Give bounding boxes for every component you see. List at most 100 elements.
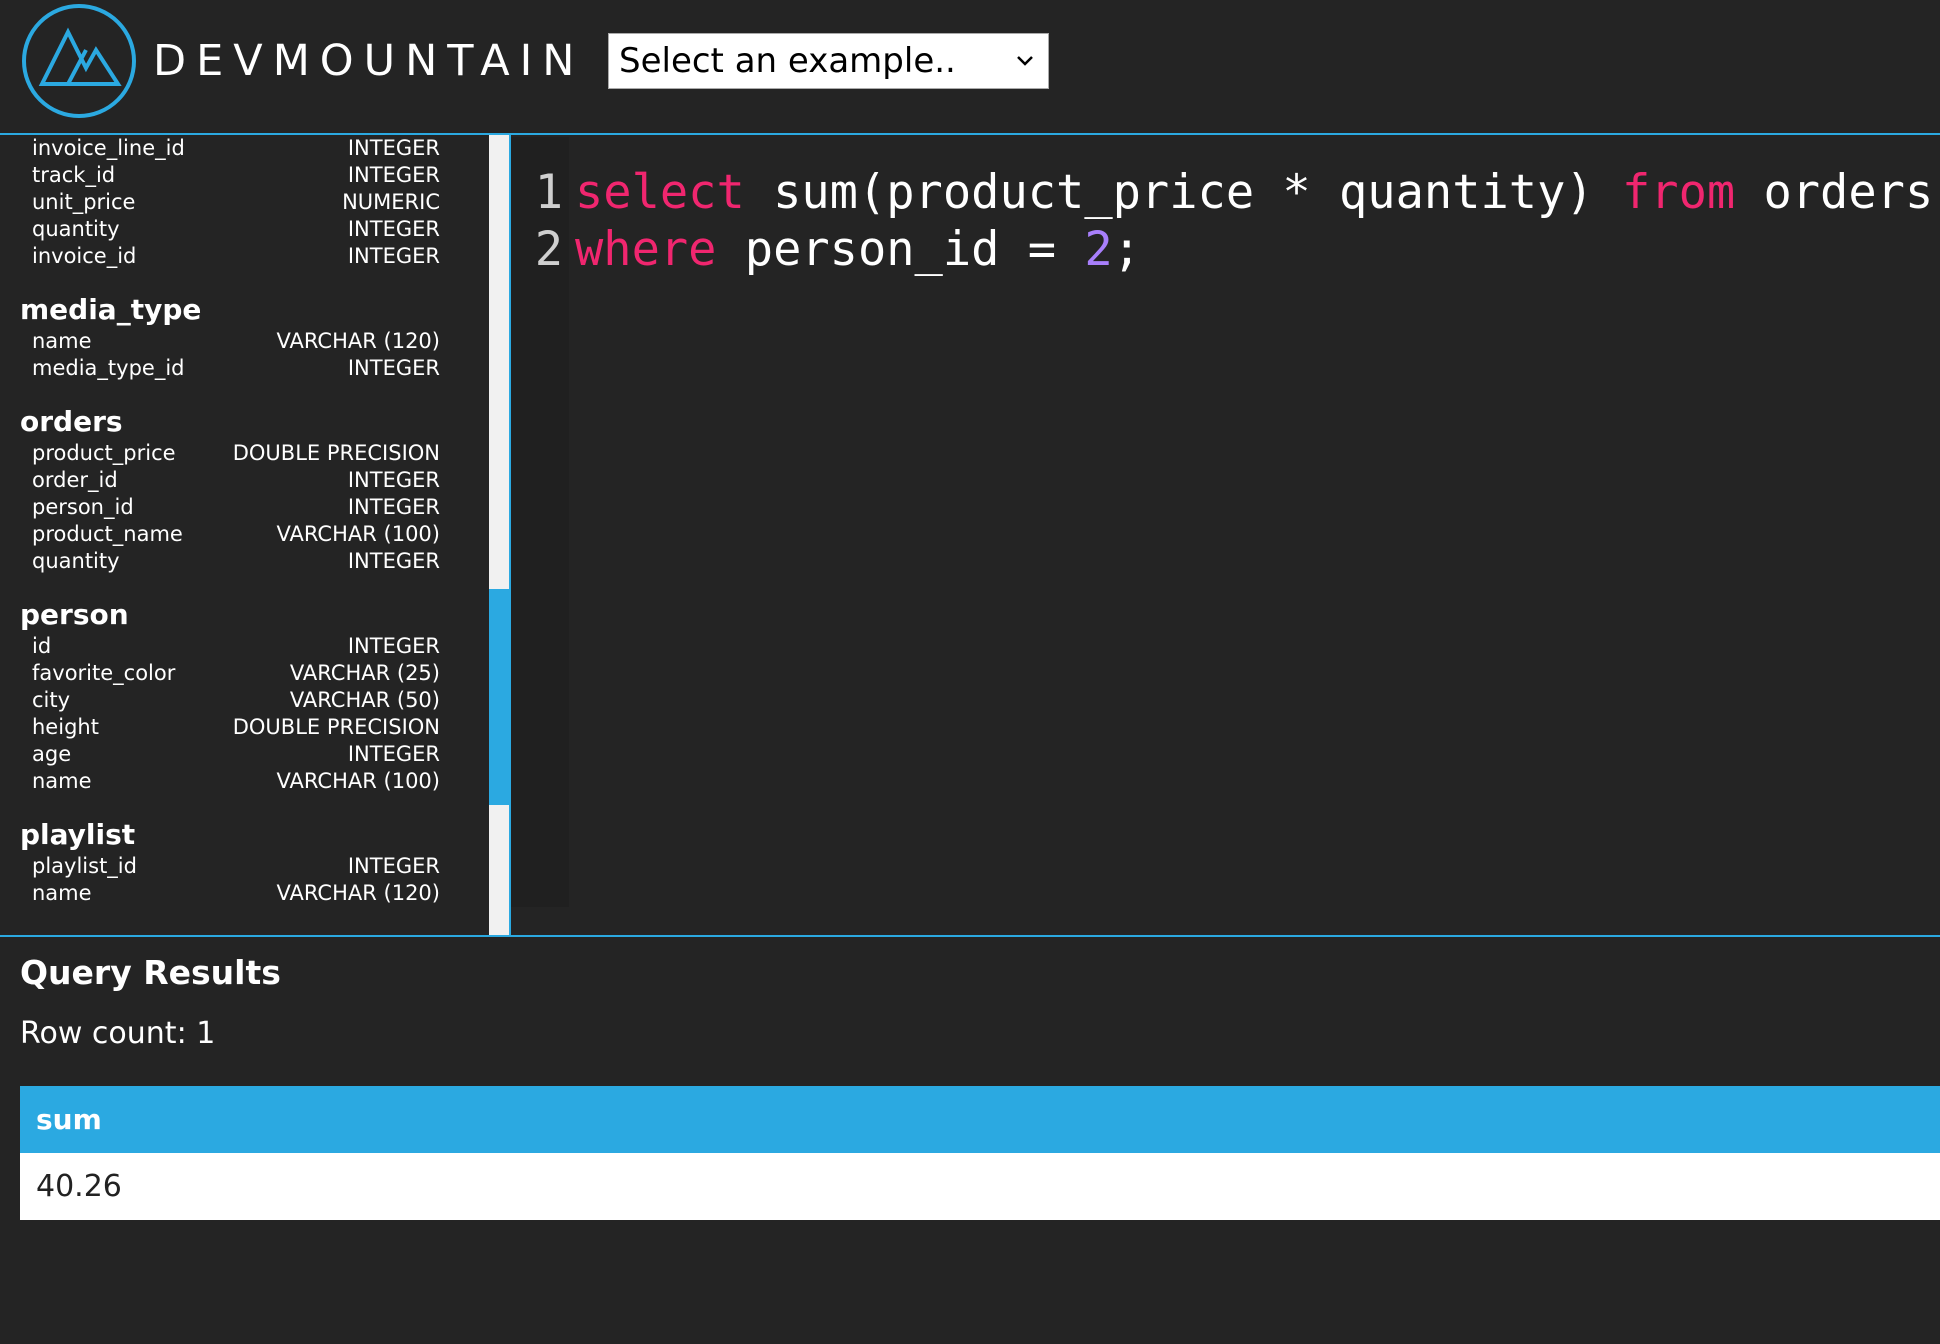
column-type: INTEGER: [347, 549, 440, 573]
editor-divider[interactable]: [0, 935, 1940, 937]
schema-column-row: person_id INTEGER: [20, 494, 440, 521]
column-name: track_id: [32, 163, 116, 187]
column-name: city: [32, 688, 71, 712]
results-column-header: sum: [20, 1086, 1940, 1153]
table-row: 40.26: [20, 1153, 1940, 1220]
column-name: name: [32, 881, 92, 905]
column-type: INTEGER: [347, 217, 440, 241]
schema-table-name[interactable]: orders: [20, 404, 440, 440]
sql-editor[interactable]: 1 select sum(product_price * quantity) fr…: [511, 137, 1940, 933]
schema-column-row: height DOUBLE PRECISION: [20, 714, 440, 741]
column-type: INTEGER: [347, 163, 440, 187]
schema-column-row: quantity INTEGER: [20, 216, 440, 243]
results-cell: 40.26: [20, 1153, 1940, 1220]
schema-list: invoice_line invoice_line_idINTEGERtrack…: [0, 135, 440, 929]
column-name: name: [32, 329, 92, 353]
schema-column-row: invoice_id INTEGER: [20, 243, 440, 270]
column-name: id: [32, 634, 52, 658]
column-type: INTEGER: [347, 742, 440, 766]
column-name: media_type_id: [32, 356, 185, 380]
column-type: INTEGER: [347, 136, 440, 160]
schema-table: person id INTEGER favorite_color VARCHAR (25…: [20, 597, 440, 795]
schema-scrollbar[interactable]: [489, 135, 509, 935]
sql-keyword: from: [1621, 165, 1736, 220]
schema-table: playlist playlist_id INTEGER name VARCHAR (1…: [20, 817, 440, 907]
schema-column-row: product_price DOUBLE PRECISION: [20, 440, 440, 467]
schema-table-name[interactable]: playlist: [20, 817, 440, 853]
column-name: quantity: [32, 549, 120, 573]
schema-column-row: age INTEGER: [20, 741, 440, 768]
schema-column-row: name VARCHAR (120): [20, 880, 440, 907]
line-number: 1: [534, 165, 563, 220]
column-name: playlist_id: [32, 854, 137, 878]
schema-table-name[interactable]: media_type: [20, 292, 440, 328]
column-type: VARCHAR (100): [276, 769, 441, 793]
column-name: quantity: [32, 217, 120, 241]
schema-column-row: city VARCHAR (50): [20, 687, 440, 714]
example-select[interactable]: Select an example..: [608, 33, 1049, 89]
mountain-logo-icon[interactable]: [20, 2, 138, 120]
schema-column-row: order_id INTEGER: [20, 467, 440, 494]
schema-table: orders product_price DOUBLE PRECISION order…: [20, 404, 440, 575]
column-type: INTEGER: [347, 356, 440, 380]
schema-column-row: media_type_id INTEGER: [20, 355, 440, 382]
column-name: product_name: [32, 522, 183, 546]
line-number: 2: [534, 222, 563, 277]
column-name: person_id: [32, 495, 134, 519]
column-type: VARCHAR (120): [276, 881, 441, 905]
results-title: Query Results: [20, 953, 281, 992]
sql-keyword: where: [575, 222, 717, 277]
schema-table: media_type name VARCHAR (120) media_type_id…: [20, 292, 440, 382]
column-name: unit_price: [32, 190, 136, 214]
column-name: height: [32, 715, 99, 739]
row-count: Row count: 1: [20, 1016, 216, 1051]
column-type: INTEGER: [347, 468, 440, 492]
example-select-value: Select an example..: [619, 41, 956, 81]
schema-table-name[interactable]: person: [20, 597, 440, 633]
schema-sidebar[interactable]: invoice_line invoice_line_idINTEGERtrack…: [0, 135, 489, 935]
schema-column-row: unit_price NUMERIC: [20, 189, 440, 216]
app-header: DEVMOUNTAIN Select an example..: [0, 0, 1940, 135]
column-type: INTEGER: [347, 854, 440, 878]
sql-text: sum(product_price * quantity): [744, 165, 1622, 220]
schema-column-row: track_id INTEGER: [20, 162, 440, 189]
sql-keyword: select: [575, 165, 745, 220]
column-type: DOUBLE PRECISION: [232, 715, 440, 739]
results-table: sum 40.26: [20, 1086, 1940, 1220]
column-name: invoice_line_id: [32, 136, 185, 160]
column-name: favorite_color: [32, 661, 176, 685]
column-type: VARCHAR (25): [289, 661, 440, 685]
column-type: INTEGER: [347, 634, 440, 658]
chevron-down-icon: [1017, 56, 1033, 66]
column-type: INTEGER: [347, 244, 440, 268]
brand-name[interactable]: DEVMOUNTAIN: [153, 36, 584, 86]
sql-text: ;: [1112, 222, 1141, 277]
schema-table: invoice_line_id INTEGER track_id INTEGER uni…: [20, 135, 440, 270]
code-line[interactable]: 2 where person_id = 2;: [511, 222, 1141, 278]
column-name: product_price: [32, 441, 176, 465]
results-header-row: sum: [20, 1086, 1940, 1153]
sql-text: person_id =: [716, 222, 1085, 277]
column-type: DOUBLE PRECISION: [232, 441, 440, 465]
code-line[interactable]: 1 select sum(product_price * quantity) fr…: [511, 165, 1934, 221]
column-name: invoice_id: [32, 244, 137, 268]
column-name: name: [32, 769, 92, 793]
sql-number: 2: [1084, 222, 1113, 277]
column-type: NUMERIC: [342, 190, 440, 214]
schema-column-row: quantity INTEGER: [20, 548, 440, 575]
column-type: INTEGER: [347, 495, 440, 519]
column-type: VARCHAR (50): [289, 688, 440, 712]
column-name: order_id: [32, 468, 118, 492]
schema-column-row: invoice_line_id INTEGER: [20, 135, 440, 162]
schema-column-row: id INTEGER: [20, 633, 440, 660]
column-type: VARCHAR (120): [276, 329, 441, 353]
schema-column-row: name VARCHAR (100): [20, 768, 440, 795]
sql-text: orders: [1735, 165, 1934, 220]
column-type: VARCHAR (100): [276, 522, 441, 546]
schema-column-row: playlist_id INTEGER: [20, 853, 440, 880]
schema-column-row: name VARCHAR (120): [20, 328, 440, 355]
schema-column-row: product_name VARCHAR (100): [20, 521, 440, 548]
column-name: age: [32, 742, 72, 766]
results-body: 40.26: [20, 1153, 1940, 1220]
schema-scrollbar-thumb[interactable]: [489, 589, 509, 805]
